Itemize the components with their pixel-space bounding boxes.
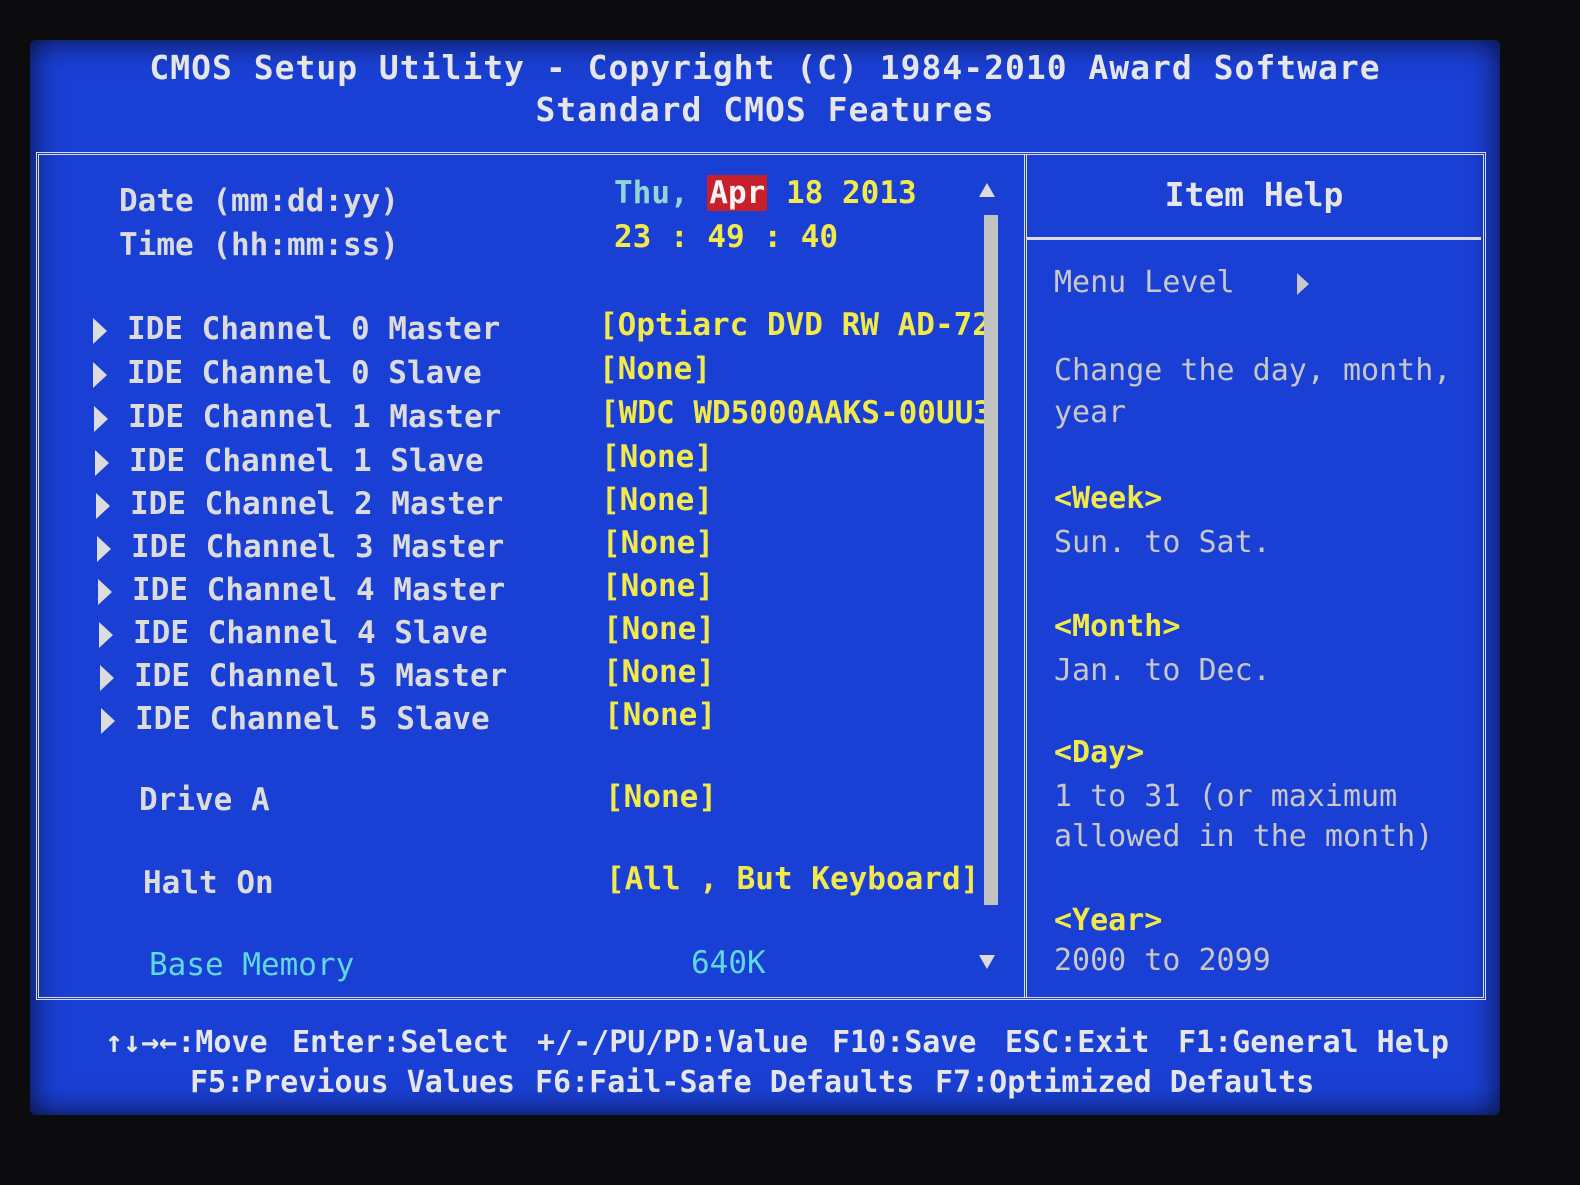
page-title: Standard CMOS Features <box>535 90 995 129</box>
ide-channel-label: IDE Channel 5 Slave <box>135 701 490 737</box>
help-title-separator <box>1027 237 1481 240</box>
help-year-heading: <Year> <box>1054 903 1163 938</box>
time-value[interactable]: 23 : 49 : 40 <box>614 219 838 255</box>
ide-channel-value: [None] <box>602 568 714 604</box>
halt-on-value[interactable]: [All , But Keyboard] <box>606 861 979 897</box>
submenu-arrow-icon <box>100 665 114 691</box>
drive-a-label: Drive A <box>139 782 270 818</box>
ide-channel-label: IDE Channel 4 Master <box>132 572 506 608</box>
menu-level-label: Menu Level <box>1054 265 1235 300</box>
ide-channel-label: IDE Channel 3 Master <box>131 529 505 565</box>
ide-channel-label: IDE Channel 1 Master <box>128 399 502 435</box>
help-text: Change the day, month, <box>1054 353 1452 388</box>
key-hint-select: Enter:Select <box>292 1025 509 1060</box>
submenu-arrow-icon <box>95 450 109 476</box>
help-year-range: 2000 to 2099 <box>1054 943 1271 978</box>
key-hint-failsafe-defaults: F6:Fail-Safe Defaults <box>535 1065 915 1100</box>
time-second-field[interactable]: 40 <box>801 219 838 255</box>
bios-title: CMOS Setup Utility - Copyright (C) 1984-… <box>149 48 1381 87</box>
help-day-heading: <Day> <box>1054 735 1145 770</box>
item-help-title: Item Help <box>1164 175 1344 214</box>
key-hint-move: ↑↓→←:Move <box>105 1025 268 1060</box>
ide-channel-value: [None] <box>604 697 716 733</box>
ide-channel-label: IDE Channel 1 Slave <box>129 443 484 479</box>
scrollbar[interactable] <box>984 215 998 905</box>
help-week-heading: <Week> <box>1054 481 1163 516</box>
submenu-arrow-icon <box>99 622 113 648</box>
time-minute-field[interactable]: 49 <box>707 219 744 255</box>
ide-channel-value: [None] <box>602 525 714 561</box>
ide-channel-value: [None] <box>601 482 713 518</box>
time-separator: : <box>763 219 783 255</box>
base-memory-value: 640K <box>691 945 766 981</box>
ide-channel-value: [None] <box>603 654 715 690</box>
halt-on-label: Halt On <box>143 865 274 901</box>
time-hour-field[interactable]: 23 <box>614 219 651 255</box>
help-day-range: 1 to 31 (or maximum <box>1054 779 1398 814</box>
help-month-heading: <Month> <box>1054 609 1181 644</box>
ide-channel-value: [None] <box>603 611 715 647</box>
date-year-field[interactable]: 2013 <box>842 175 917 211</box>
submenu-arrow-icon <box>98 579 112 605</box>
scroll-down-arrow-icon[interactable] <box>979 955 995 969</box>
submenu-arrow-icon <box>94 406 108 432</box>
submenu-arrow-icon <box>97 536 111 562</box>
key-hint-exit: ESC:Exit <box>1005 1025 1150 1060</box>
date-weekday: Thu, <box>614 175 689 211</box>
help-week-range: Sun. to Sat. <box>1054 525 1271 560</box>
key-hint-save: F10:Save <box>832 1025 977 1060</box>
ide-channel-label: IDE Channel 0 Slave <box>127 355 482 391</box>
key-hint-value: +/-/PU/PD:Value <box>537 1025 808 1060</box>
key-hint-previous-values: F5:Previous Values <box>190 1065 516 1100</box>
panel-divider <box>1024 155 1027 997</box>
date-value[interactable]: Thu, Apr 18 2013 <box>614 175 917 211</box>
help-month-range: Jan. to Dec. <box>1054 653 1271 688</box>
key-hint-optimized-defaults: F7:Optimized Defaults <box>935 1065 1315 1100</box>
main-panel: Date (mm:dd:yy) Thu, Apr 18 2013 Time (h… <box>36 152 1486 1000</box>
submenu-arrow-icon <box>93 318 107 344</box>
help-day-range: allowed in the month) <box>1054 819 1434 854</box>
date-month-field[interactable]: Apr <box>707 175 768 211</box>
submenu-arrow-icon <box>93 362 107 388</box>
drive-a-value[interactable]: [None] <box>605 779 717 815</box>
scroll-up-arrow-icon[interactable] <box>979 183 995 197</box>
ide-channel-label: IDE Channel 0 Master <box>127 311 501 347</box>
ide-channel-label: IDE Channel 5 Master <box>134 658 508 694</box>
base-memory-label: Base Memory <box>149 947 355 983</box>
submenu-arrow-icon <box>96 493 110 519</box>
ide-channel-label: IDE Channel 4 Slave <box>133 615 488 651</box>
ide-channel-value: [Optiarc DVD RW AD-72 <box>599 307 991 343</box>
ide-channel-value: [None] <box>601 439 713 475</box>
bios-screen: CMOS Setup Utility - Copyright (C) 1984-… <box>30 40 1500 1115</box>
help-text: year <box>1054 395 1127 430</box>
date-day-field[interactable]: 18 <box>786 175 823 211</box>
ide-channel-value: [WDC WD5000AAKS-00UU3 <box>600 395 992 431</box>
time-separator: : <box>670 219 689 255</box>
key-hint-general-help: F1:General Help <box>1178 1025 1449 1060</box>
menu-level-arrow-icon <box>1297 273 1309 295</box>
date-label: Date (mm:dd:yy) <box>119 183 399 219</box>
time-label: Time (hh:mm:ss) <box>119 227 399 263</box>
ide-channel-value: [None] <box>599 351 711 387</box>
ide-channel-label: IDE Channel 2 Master <box>130 486 504 522</box>
submenu-arrow-icon <box>101 708 115 734</box>
